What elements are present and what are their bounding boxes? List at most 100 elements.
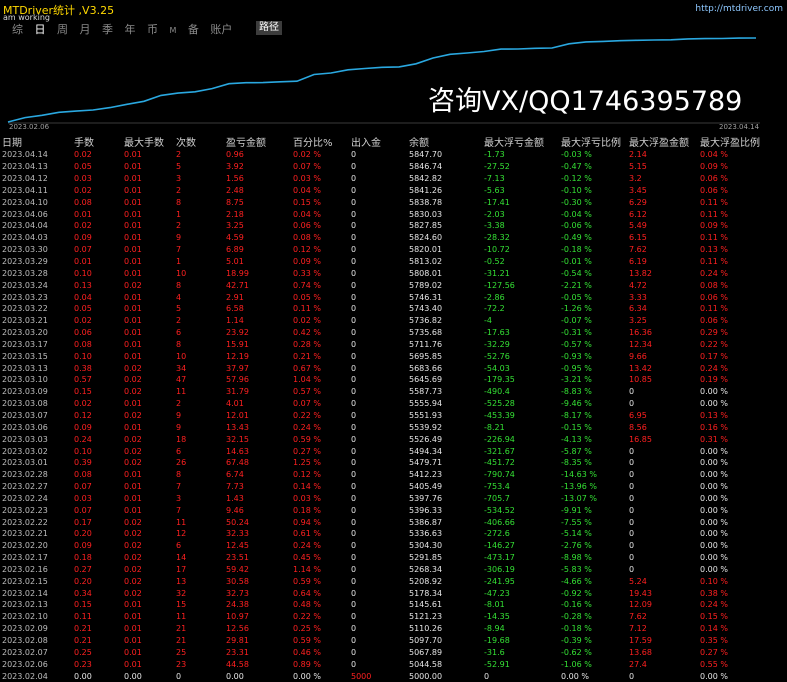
- cell-max-lots: 0.01: [124, 422, 142, 432]
- cell-count: 25: [176, 647, 187, 657]
- tab-quarter[interactable]: 季: [102, 21, 113, 37]
- tab-month[interactable]: 月: [80, 21, 91, 37]
- table-row[interactable]: 2023.03.28 0.10 0.01 10 18.99 0.33 % 0 5808.01 -…: [0, 267, 766, 279]
- cell-balance: 5291.85: [409, 553, 443, 563]
- col-percent[interactable]: 百分比%: [291, 134, 349, 149]
- table-row[interactable]: 2023.02.15 0.20 0.02 13 30.58 0.59 % 0 5208.92 -…: [0, 575, 766, 587]
- col-lots[interactable]: 手数: [72, 134, 122, 149]
- table-row[interactable]: 2023.02.06 0.23 0.01 23 44.58 0.89 % 0 5044.58 -…: [0, 658, 766, 670]
- col-date[interactable]: 日期: [0, 134, 72, 149]
- col-max-float-profit-pct[interactable]: 最大浮盈比例: [698, 134, 766, 149]
- table-row[interactable]: 2023.02.23 0.07 0.01 7 9.46 0.18 % 0 5396.33 -53…: [0, 504, 766, 516]
- path-button[interactable]: 路径: [256, 21, 282, 35]
- table-row[interactable]: 2023.03.08 0.02 0.01 2 4.01 0.07 % 0 5555.94 -52…: [0, 398, 766, 410]
- cell-date: 2023.02.15: [2, 576, 48, 586]
- cell-max-float-profit-pct: 0.16 %: [700, 422, 728, 432]
- table-row[interactable]: 2023.02.27 0.07 0.01 7 7.73 0.14 % 0 5405.49 -75…: [0, 481, 766, 493]
- cell-max-float-loss: -5.63: [484, 185, 505, 195]
- table-row[interactable]: 2023.03.07 0.12 0.02 9 12.01 0.22 % 0 5551.93 -4…: [0, 410, 766, 422]
- table-row[interactable]: 2023.03.30 0.07 0.01 7 6.89 0.12 % 0 5820.01 -10…: [0, 244, 766, 256]
- tab-notes[interactable]: 备: [188, 21, 199, 37]
- cell-count: 6: [176, 541, 182, 551]
- table-row[interactable]: 2023.02.08 0.21 0.01 21 29.81 0.59 % 0 5097.70 -…: [0, 635, 766, 647]
- table-row[interactable]: 2023.02.10 0.11 0.01 11 10.97 0.22 % 0 5121.23 -…: [0, 611, 766, 623]
- cell-count: 11: [176, 612, 187, 622]
- cell-max-float-loss: -17.63: [484, 328, 510, 338]
- col-max-float-loss-pct[interactable]: 最大浮亏比例: [559, 134, 627, 149]
- table-row[interactable]: 2023.04.14 0.02 0.01 2 0.96 0.02 % 0 5847.70 -1.…: [0, 149, 766, 161]
- tab-week[interactable]: 周: [57, 21, 68, 37]
- table-row[interactable]: 2023.03.29 0.01 0.01 1 5.01 0.09 % 0 5813.02 -0.…: [0, 256, 766, 268]
- website-link[interactable]: http://mtdriver.com: [695, 4, 783, 14]
- cell-count: 34: [176, 363, 187, 373]
- cell-max-float-profit: 0: [629, 470, 635, 480]
- table-row[interactable]: 2023.03.10 0.57 0.02 47 57.96 1.04 % 0 5645.69 -…: [0, 374, 766, 386]
- table-row[interactable]: 2023.02.13 0.15 0.01 15 24.38 0.48 % 0 5145.61 -…: [0, 599, 766, 611]
- table-row[interactable]: 2023.02.21 0.20 0.02 12 32.33 0.61 % 0 5336.63 -…: [0, 528, 766, 540]
- table-row[interactable]: 2023.02.04 0.00 0.00 0 0.00 0.00 % 5000 5000.00…: [0, 670, 766, 682]
- cell-max-float-profit-pct: 0.00 %: [700, 387, 728, 397]
- cell-max-float-loss: -8.94: [484, 624, 505, 634]
- col-profit[interactable]: 盈亏金额: [224, 134, 291, 149]
- cell-date: 2023.02.08: [2, 636, 48, 646]
- tab-day[interactable]: 日: [35, 21, 46, 37]
- table-row[interactable]: 2023.04.06 0.01 0.01 1 2.18 0.04 % 0 5830.03 -2.…: [0, 208, 766, 220]
- table-row[interactable]: 2023.02.17 0.18 0.02 14 23.51 0.45 % 0 5291.85 -…: [0, 552, 766, 564]
- table-row[interactable]: 2023.03.22 0.05 0.01 5 6.58 0.11 % 0 5743.40 -72…: [0, 303, 766, 315]
- table-row[interactable]: 2023.02.28 0.08 0.01 8 6.74 0.12 % 0 5412.23 -79…: [0, 469, 766, 481]
- tab-m[interactable]: M: [170, 26, 177, 35]
- cell-balance: 5386.87: [409, 517, 443, 527]
- table-row[interactable]: 2023.03.15 0.10 0.01 10 12.19 0.21 % 0 5695.85 -…: [0, 350, 766, 362]
- col-max-float-profit[interactable]: 最大浮盈金额: [627, 134, 698, 149]
- cell-profit: 9.46: [226, 505, 244, 515]
- table-row[interactable]: 2023.02.09 0.21 0.01 21 12.56 0.25 % 0 5110.26 -…: [0, 623, 766, 635]
- cell-count: 9: [176, 422, 182, 432]
- table-row[interactable]: 2023.03.20 0.06 0.01 6 23.92 0.42 % 0 5735.68 -1…: [0, 327, 766, 339]
- cell-max-lots: 0.01: [124, 505, 142, 515]
- cell-max-lots: 0.01: [124, 328, 142, 338]
- table-row[interactable]: 2023.03.03 0.24 0.02 18 32.15 0.59 % 0 5526.49 -…: [0, 433, 766, 445]
- cell-lots: 0.02: [74, 150, 92, 160]
- cell-max-float-loss: -321.67: [484, 446, 515, 456]
- table-row[interactable]: 2023.03.13 0.38 0.02 34 37.97 0.67 % 0 5683.66 -…: [0, 362, 766, 374]
- col-max-lots[interactable]: 最大手数: [122, 134, 174, 149]
- table-row[interactable]: 2023.04.04 0.02 0.01 2 3.25 0.06 % 0 5827.85 -3.…: [0, 220, 766, 232]
- table-row[interactable]: 2023.03.01 0.39 0.02 26 67.48 1.25 % 0 5479.71 -…: [0, 457, 766, 469]
- table-row[interactable]: 2023.02.24 0.03 0.01 3 1.43 0.03 % 0 5397.76 -70…: [0, 492, 766, 504]
- cell-profit: 0.96: [226, 150, 244, 160]
- col-max-float-loss[interactable]: 最大浮亏金额: [482, 134, 559, 149]
- table-row[interactable]: 2023.04.03 0.09 0.01 9 4.59 0.08 % 0 5824.60 -28…: [0, 232, 766, 244]
- table-row[interactable]: 2023.02.14 0.34 0.02 32 32.73 0.64 % 0 5178.34 -…: [0, 587, 766, 599]
- table-row[interactable]: 2023.02.16 0.27 0.02 17 59.42 1.14 % 0 5268.34 -…: [0, 564, 766, 576]
- tab-year[interactable]: 年: [125, 21, 136, 37]
- table-row[interactable]: 2023.03.09 0.15 0.02 11 31.79 0.57 % 0 5587.73 -…: [0, 386, 766, 398]
- table-row[interactable]: 2023.03.17 0.08 0.01 8 15.91 0.28 % 0 5711.76 -3…: [0, 339, 766, 351]
- table-row[interactable]: 2023.03.06 0.09 0.01 9 13.43 0.24 % 0 5539.92 -8…: [0, 421, 766, 433]
- daily-stats-table: 日期 手数 最大手数 次数 盈亏金额 百分比% 出入金 余额 最大浮亏金额 最大…: [0, 134, 766, 682]
- table-row[interactable]: 2023.02.07 0.25 0.01 25 23.31 0.46 % 0 5067.89 -…: [0, 646, 766, 658]
- cell-percent: 1.25 %: [293, 458, 321, 468]
- table-row[interactable]: 2023.03.21 0.02 0.01 2 1.14 0.02 % 0 5736.82 -4 -…: [0, 315, 766, 327]
- tab-account[interactable]: 账户: [210, 21, 232, 37]
- table-row[interactable]: 2023.04.10 0.08 0.01 8 8.75 0.15 % 0 5838.78 -17…: [0, 196, 766, 208]
- cell-max-float-loss: -10.72: [484, 245, 510, 255]
- tab-currency[interactable]: 币: [147, 21, 158, 37]
- table-row[interactable]: 2023.03.23 0.04 0.01 4 2.91 0.05 % 0 5746.31 -2.…: [0, 291, 766, 303]
- col-deposit[interactable]: 出入金: [349, 134, 407, 149]
- cell-percent: 0.03 %: [293, 493, 321, 503]
- col-balance[interactable]: 余额: [407, 134, 482, 149]
- table-row[interactable]: 2023.04.12 0.03 0.01 3 1.56 0.03 % 0 5842.82 -7.…: [0, 173, 766, 185]
- table-header: 日期 手数 最大手数 次数 盈亏金额 百分比% 出入金 余额 最大浮亏金额 最大…: [0, 134, 766, 149]
- table-row[interactable]: 2023.03.02 0.10 0.02 6 14.63 0.27 % 0 5494.34 -3…: [0, 445, 766, 457]
- watermark-text: 咨询VX/QQ1746395789: [428, 86, 743, 117]
- table-row[interactable]: 2023.02.22 0.17 0.02 11 50.24 0.94 % 0 5386.87 -…: [0, 516, 766, 528]
- table-row[interactable]: 2023.02.20 0.09 0.02 6 12.45 0.24 % 0 5304.30 -1…: [0, 540, 766, 552]
- cell-deposit: 0: [351, 576, 357, 586]
- table-row[interactable]: 2023.04.11 0.02 0.01 2 2.48 0.04 % 0 5841.26 -5.…: [0, 185, 766, 197]
- cell-balance: 5304.30: [409, 541, 443, 551]
- table-row[interactable]: 2023.03.24 0.13 0.02 8 42.71 0.74 % 0 5789.02 -1…: [0, 279, 766, 291]
- tab-overview[interactable]: 综: [12, 21, 23, 37]
- col-count[interactable]: 次数: [174, 134, 224, 149]
- cell-count: 7: [176, 505, 182, 515]
- table-row[interactable]: 2023.04.13 0.05 0.01 5 3.92 0.07 % 0 5846.74 -27…: [0, 161, 766, 173]
